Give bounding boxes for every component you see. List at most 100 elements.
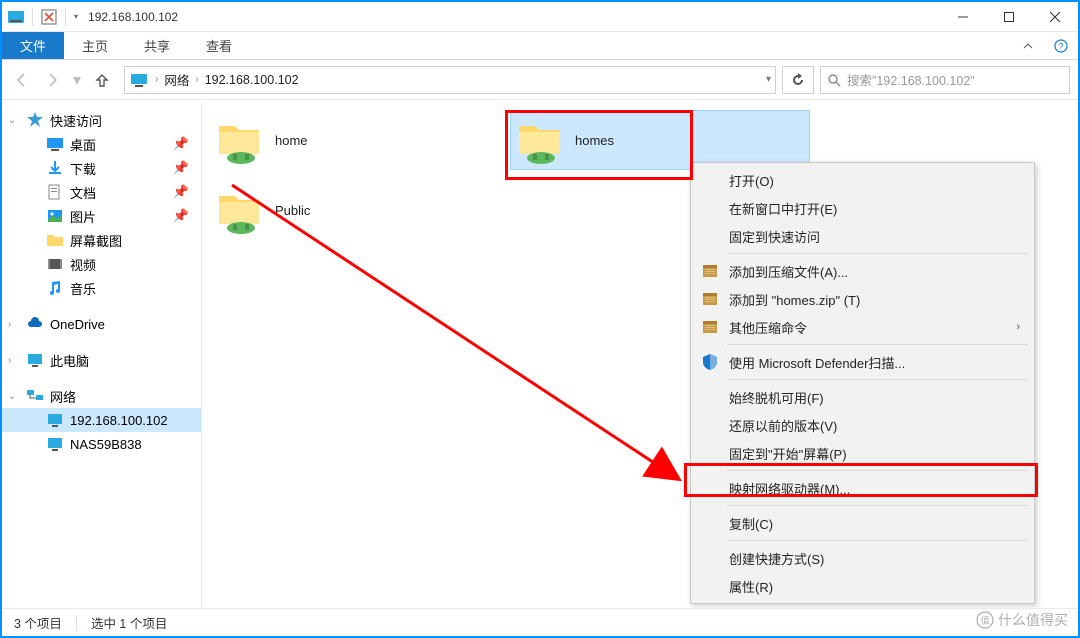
desktop-icon <box>46 135 64 153</box>
sidebar-item-label: 图片 <box>70 207 96 226</box>
sidebar-onedrive[interactable]: › OneDrive <box>2 312 201 336</box>
share-folder-icon <box>215 114 267 166</box>
ctx-separator <box>727 470 1028 471</box>
ctx-separator <box>727 505 1028 506</box>
ctx-map-network-drive[interactable]: 映射网络驱动器(M)... <box>693 474 1032 502</box>
file-item-homes[interactable]: homes <box>510 110 810 170</box>
share-folder-icon <box>515 114 567 166</box>
ribbon-tab-file[interactable]: 文件 <box>2 32 64 59</box>
minimize-button[interactable] <box>940 2 986 32</box>
ctx-other-zip[interactable]: 其他压缩命令› <box>693 313 1032 341</box>
address-monitor-icon <box>129 70 149 90</box>
ribbon-expand-icon[interactable] <box>1012 32 1044 59</box>
address-bar[interactable]: › 网络 › 192.168.100.102 ▾ <box>124 66 776 94</box>
ctx-label: 固定到"开始"屏幕(P) <box>729 444 847 463</box>
status-separator <box>76 615 77 631</box>
ctx-pin-quick-access[interactable]: 固定到快速访问 <box>693 222 1032 250</box>
archive-icon <box>701 262 719 280</box>
ribbon-tab-share[interactable]: 共享 <box>126 32 188 59</box>
nav-up-button[interactable] <box>90 68 114 92</box>
ctx-label: 使用 Microsoft Defender扫描... <box>729 353 905 372</box>
ctx-label: 始终脱机可用(F) <box>729 388 824 407</box>
breadcrumb-network[interactable]: 网络 <box>160 70 193 89</box>
ctx-separator <box>727 253 1028 254</box>
expand-quick-access[interactable]: ⌄ <box>8 115 16 126</box>
ctx-add-archive[interactable]: 添加到压缩文件(A)... <box>693 257 1032 285</box>
ctx-pin-start[interactable]: 固定到"开始"屏幕(P) <box>693 439 1032 467</box>
ctx-properties[interactable]: 属性(R) <box>693 572 1032 600</box>
address-dropdown-icon[interactable]: ▾ <box>766 74 771 85</box>
ctx-always-offline[interactable]: 始终脱机可用(F) <box>693 383 1032 411</box>
sidebar-item-label: 网络 <box>50 387 76 406</box>
pin-icon: 📌 <box>173 136 189 152</box>
qat-customize-icon[interactable]: ▾ <box>74 12 78 21</box>
sidebar-item-label: 桌面 <box>70 135 96 154</box>
chevron-right-icon: › <box>193 74 200 85</box>
ctx-copy[interactable]: 复制(C) <box>693 509 1032 537</box>
share-folder-icon <box>215 184 267 236</box>
file-item-public[interactable]: Public <box>210 180 500 240</box>
star-icon <box>26 111 44 129</box>
watermark-text: 什么值得买 <box>998 610 1068 630</box>
pictures-icon <box>46 207 64 225</box>
status-bar: 3 个项目 选中 1 个项目 <box>2 608 1078 636</box>
sidebar-downloads[interactable]: 下载📌 <box>2 156 201 180</box>
ctx-defender-scan[interactable]: 使用 Microsoft Defender扫描... <box>693 348 1032 376</box>
navigation-pane: ⌄ 快速访问 桌面 📌 下载📌 文档 📌 图片 📌 屏幕截图 视频 音乐 › <box>2 102 202 608</box>
music-icon <box>46 279 64 297</box>
sidebar-desktop[interactable]: 桌面 📌 <box>2 132 201 156</box>
pin-icon: 📌 <box>173 184 189 200</box>
sidebar-screenshots[interactable]: 屏幕截图 <box>2 228 201 252</box>
sidebar-item-label: 音乐 <box>70 279 96 298</box>
archive-icon <box>701 318 719 336</box>
sidebar-item-label: 快速访问 <box>50 111 102 130</box>
search-icon <box>827 73 841 87</box>
expand-onedrive[interactable]: › <box>8 319 11 330</box>
sidebar-network-host2[interactable]: NAS59B838 <box>2 432 201 456</box>
sidebar-network[interactable]: ⌄ 网络 <box>2 384 201 408</box>
qat-recent-icon[interactable] <box>39 7 59 27</box>
ctx-restore-versions[interactable]: 还原以前的版本(V) <box>693 411 1032 439</box>
monitor-icon <box>46 411 64 429</box>
sidebar-quick-access[interactable]: ⌄ 快速访问 <box>2 108 201 132</box>
ctx-open-new-window[interactable]: 在新窗口中打开(E) <box>693 194 1032 222</box>
refresh-button[interactable] <box>782 66 814 94</box>
sidebar-network-host1[interactable]: 192.168.100.102 <box>2 408 201 432</box>
sidebar-this-pc[interactable]: › 此电脑 <box>2 348 201 372</box>
status-selected-count: 选中 1 个项目 <box>91 613 167 632</box>
pin-icon: 📌 <box>173 208 189 224</box>
ribbon-help-icon[interactable]: ? <box>1044 32 1078 59</box>
ctx-label: 添加到压缩文件(A)... <box>729 262 848 281</box>
ctx-label: 映射网络驱动器(M)... <box>729 479 850 498</box>
close-button[interactable] <box>1032 2 1078 32</box>
sidebar-item-label: 文档 <box>70 183 96 202</box>
ribbon-tab-view[interactable]: 查看 <box>188 32 250 59</box>
nav-recent-dropdown[interactable]: ▾ <box>70 68 84 92</box>
maximize-button[interactable] <box>986 2 1032 32</box>
ctx-create-shortcut[interactable]: 创建快捷方式(S) <box>693 544 1032 572</box>
nav-back-button[interactable] <box>10 68 34 92</box>
search-placeholder: 搜索"192.168.100.102" <box>847 70 975 89</box>
sidebar-documents[interactable]: 文档 📌 <box>2 180 201 204</box>
expand-this-pc[interactable]: › <box>8 355 11 366</box>
breadcrumb-host[interactable]: 192.168.100.102 <box>201 73 303 87</box>
search-box[interactable]: 搜索"192.168.100.102" <box>820 66 1070 94</box>
archive-icon <box>701 290 719 308</box>
ctx-label: 固定到快速访问 <box>729 227 820 246</box>
shield-icon <box>701 353 719 371</box>
context-menu: 打开(O) 在新窗口中打开(E) 固定到快速访问 添加到压缩文件(A)... 添… <box>690 162 1035 604</box>
sidebar-pictures[interactable]: 图片 📌 <box>2 204 201 228</box>
cloud-icon <box>26 315 44 333</box>
expand-network[interactable]: ⌄ <box>8 391 16 402</box>
sidebar-videos[interactable]: 视频 <box>2 252 201 276</box>
sidebar-music[interactable]: 音乐 <box>2 276 201 300</box>
ctx-open[interactable]: 打开(O) <box>693 166 1032 194</box>
ctx-label: 还原以前的版本(V) <box>729 416 837 435</box>
file-item-home[interactable]: home <box>210 110 500 170</box>
svg-text:值: 值 <box>980 615 989 626</box>
folder-icon <box>46 231 64 249</box>
svg-text:?: ? <box>1058 41 1063 51</box>
nav-forward-button[interactable] <box>40 68 64 92</box>
ctx-add-zip[interactable]: 添加到 "homes.zip" (T) <box>693 285 1032 313</box>
ribbon-tab-home[interactable]: 主页 <box>64 32 126 59</box>
